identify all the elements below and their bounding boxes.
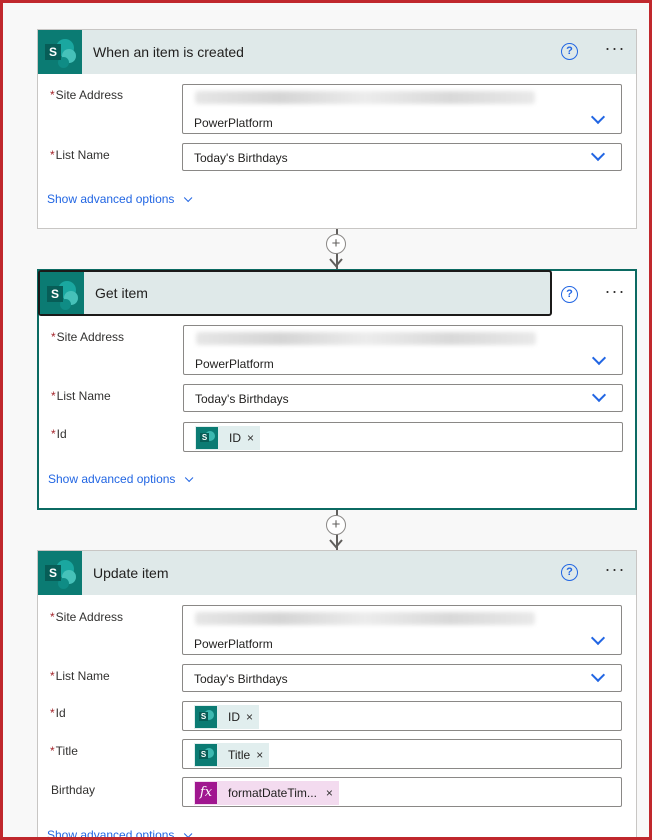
chevron-down-icon[interactable] (590, 630, 606, 646)
sharepoint-icon: S (195, 744, 217, 766)
list-name-dropdown[interactable]: Today's Birthdays (183, 384, 623, 412)
title-label: *Title (50, 744, 78, 758)
site-address-label: *Site Address (50, 88, 124, 102)
update-item-card: S Update item ? ··· *Site Address PowerP… (37, 550, 637, 840)
redacted-url (196, 332, 536, 345)
trigger-card: S When an item is created ? ··· *Site Ad… (37, 29, 637, 229)
id-token[interactable]: S ID × (194, 705, 260, 729)
list-name-dropdown[interactable]: Today's Birthdays (182, 664, 622, 692)
site-address-dropdown[interactable]: PowerPlatform (183, 325, 623, 375)
list-name-label: *List Name (50, 148, 110, 162)
get-item-card-header[interactable]: S Get item (38, 270, 552, 316)
site-address-value: PowerPlatform (194, 637, 273, 651)
update-item-card-header[interactable]: S Update item ? ··· (38, 551, 636, 595)
redacted-url (195, 612, 535, 625)
title-token[interactable]: S Title × (194, 743, 270, 767)
get-item-card: S Get item ? ··· *Site Address PowerPlat… (37, 269, 637, 510)
plus-icon[interactable]: + (326, 234, 346, 254)
trigger-card-header[interactable]: S When an item is created ? ··· (38, 30, 636, 74)
plus-icon[interactable]: + (326, 515, 346, 535)
remove-token-icon[interactable]: × (246, 710, 253, 724)
list-name-label: *List Name (51, 389, 111, 403)
arrow-down-icon (329, 539, 343, 549)
card-title: When an item is created (93, 44, 244, 60)
sharepoint-icon: S (196, 427, 218, 449)
chevron-down-icon[interactable] (591, 350, 607, 366)
remove-token-icon[interactable]: × (256, 748, 263, 762)
remove-token-icon[interactable]: × (247, 431, 254, 445)
site-address-dropdown[interactable]: PowerPlatform (182, 84, 622, 134)
chevron-down-icon (184, 193, 193, 203)
id-input[interactable]: S ID × (183, 422, 623, 452)
site-address-label: *Site Address (50, 610, 124, 624)
id-label: *Id (50, 706, 66, 720)
sharepoint-icon: S (195, 706, 217, 728)
show-advanced-options-link[interactable]: Show advanced options (47, 828, 193, 840)
birthday-label: Birthday (51, 783, 96, 797)
site-address-value: PowerPlatform (195, 357, 274, 371)
remove-token-icon[interactable]: × (326, 786, 333, 800)
more-options-icon[interactable]: ··· (601, 560, 629, 581)
list-name-value: Today's Birthdays (194, 151, 288, 165)
chevron-down-icon[interactable] (591, 387, 607, 403)
id-token[interactable]: S ID × (195, 426, 261, 450)
more-options-icon[interactable]: ··· (601, 39, 629, 60)
more-options-icon[interactable]: ··· (601, 282, 629, 303)
site-address-value: PowerPlatform (194, 116, 273, 130)
chevron-down-icon[interactable] (590, 667, 606, 683)
chevron-down-icon[interactable] (590, 146, 606, 162)
sharepoint-icon: S (38, 30, 82, 74)
birthday-expression-token[interactable]: fx formatDateTim... × (194, 781, 339, 805)
list-name-value: Today's Birthdays (195, 392, 289, 406)
help-icon[interactable]: ? (561, 286, 578, 303)
show-advanced-options-link[interactable]: Show advanced options (48, 472, 194, 486)
help-icon[interactable]: ? (561, 43, 578, 60)
chevron-down-icon (184, 829, 193, 839)
site-address-label: *Site Address (51, 330, 125, 344)
chevron-down-icon (185, 473, 194, 483)
birthday-input[interactable]: fx formatDateTim... × (182, 777, 622, 807)
list-name-label: *List Name (50, 669, 110, 683)
help-icon[interactable]: ? (561, 564, 578, 581)
list-name-dropdown[interactable]: Today's Birthdays (182, 143, 622, 171)
sharepoint-icon: S (40, 272, 84, 314)
card-title: Get item (95, 285, 148, 301)
sharepoint-icon: S (38, 551, 82, 595)
title-input[interactable]: S Title × (182, 739, 622, 769)
show-advanced-options-link[interactable]: Show advanced options (47, 192, 193, 206)
chevron-down-icon[interactable] (590, 109, 606, 125)
arrow-down-icon (329, 258, 343, 268)
list-name-value: Today's Birthdays (194, 672, 288, 686)
id-input[interactable]: S ID × (182, 701, 622, 731)
card-title: Update item (93, 565, 169, 581)
fx-icon: fx (195, 782, 217, 804)
site-address-dropdown[interactable]: PowerPlatform (182, 605, 622, 655)
redacted-url (195, 91, 535, 104)
id-label: *Id (51, 427, 67, 441)
